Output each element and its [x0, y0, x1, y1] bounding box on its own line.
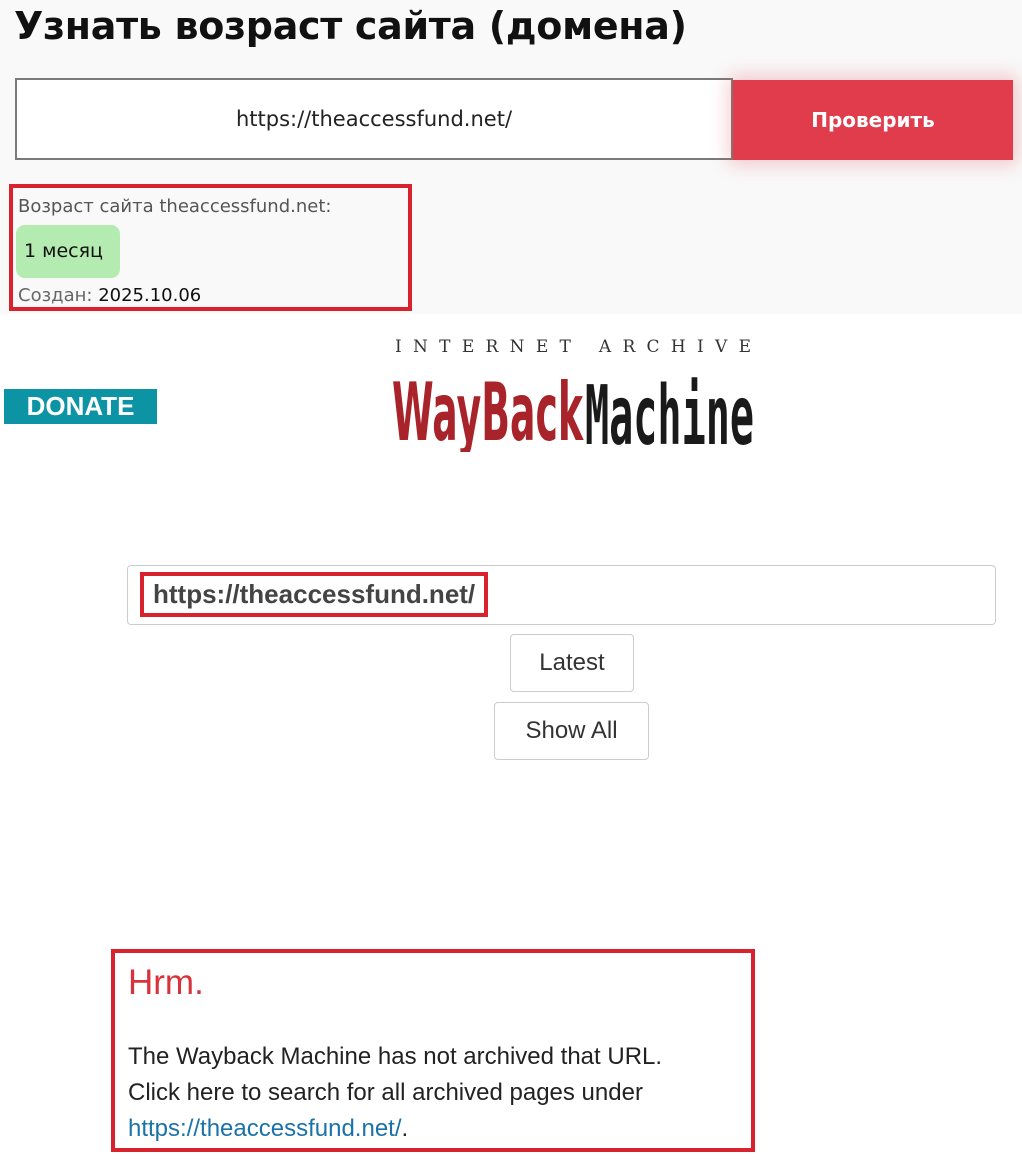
created-row: Создан: 2025.10.06: [18, 285, 201, 306]
error-line-1: The Wayback Machine has not archived tha…: [128, 1043, 663, 1070]
wayback-url-text: https://theaccessfund.net/: [140, 572, 489, 617]
archived-pages-link[interactable]: https://theaccessfund.net/: [128, 1115, 402, 1142]
domain-input[interactable]: [15, 78, 733, 160]
check-button[interactable]: Проверить: [733, 80, 1013, 160]
age-label: Возраст сайта theaccessfund.net:: [18, 196, 332, 217]
show-all-button[interactable]: Show All: [494, 702, 649, 760]
logo-word-wayback: WayBack: [392, 366, 584, 452]
created-label: Создан:: [18, 285, 93, 306]
donate-button[interactable]: DONATE: [4, 389, 157, 424]
latest-button[interactable]: Latest: [510, 634, 634, 692]
age-badge: 1 месяц: [16, 225, 120, 278]
age-result: Возраст сайта theaccessfund.net: 1 месяц…: [9, 184, 412, 311]
logo-word-machine: Machine: [585, 369, 754, 452]
page-title: Узнать возраст сайта (домена): [14, 4, 687, 48]
error-suffix: .: [401, 1115, 409, 1142]
logo-top-text: INTERNET ARCHIVE: [395, 337, 751, 357]
age-checker-panel: Узнать возраст сайта (домена) Проверить …: [0, 0, 1022, 314]
error-line-2: Click here to search for all archived pa…: [128, 1079, 643, 1106]
error-title: Hrm.: [128, 963, 204, 1002]
wayback-logo[interactable]: INTERNET ARCHIVE WayBack Machine: [392, 332, 754, 452]
created-value: 2025.10.06: [98, 285, 202, 306]
error-text: The Wayback Machine has not archived tha…: [128, 1039, 753, 1147]
not-archived-message: Hrm. The Wayback Machine has not archive…: [111, 949, 755, 1152]
wayback-url-input[interactable]: https://theaccessfund.net/: [127, 565, 996, 625]
